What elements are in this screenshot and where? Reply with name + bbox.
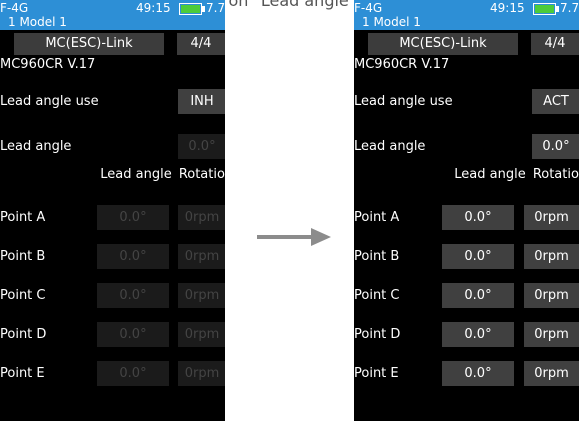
screen-before: F-4G 49:15 7.7V 1 Model 1 MC(ESC)-Link 4… [0,0,225,421]
column-header-rotation: Rotation [178,167,225,182]
point-d-rpm-field[interactable]: 0rpm [524,322,579,347]
lead-angle-label: Lead angle [354,139,426,154]
point-c-rpm-field[interactable]: 0rpm [178,283,225,308]
firmware-version: MC960CR V.17 [0,57,96,72]
point-c-rpm-field[interactable]: 0rpm [524,283,579,308]
timer: 49:15 [490,1,525,15]
point-d-label: Point D [354,327,401,342]
point-d-angle-field[interactable]: 0.0° [97,322,169,347]
lead-angle-use-button[interactable]: ACT [532,89,579,114]
status-header: F-4G 49:15 7.7V 1 Model 1 [354,0,579,30]
lead-angle-use-label: Lead angle use [0,94,99,109]
column-header-rotation: Rotation [532,167,579,182]
firmware-version: MC960CR V.17 [354,57,450,72]
point-a-label: Point A [0,210,46,225]
transition-arrow-icon [255,222,335,252]
point-c-angle-field[interactable]: 0.0° [97,283,169,308]
point-b-angle-field[interactable]: 0.0° [97,244,169,269]
point-b-label: Point B [0,249,46,264]
lead-angle-field[interactable]: 0.0° [532,134,579,159]
point-e-angle-field[interactable]: 0.0° [97,361,169,386]
point-e-angle-field[interactable]: 0.0° [442,361,514,386]
point-e-label: Point E [354,366,399,381]
point-c-angle-field[interactable]: 0.0° [442,283,514,308]
model-name: 1 Model 1 [8,15,67,29]
lead-angle-field[interactable]: 0.0° [178,134,225,159]
status-header: F-4G 49:15 7.7V 1 Model 1 [0,0,225,30]
screen-title-button[interactable]: MC(ESC)-Link [368,33,518,55]
point-d-label: Point D [0,327,47,342]
battery-icon [533,3,559,15]
point-a-label: Point A [354,210,400,225]
voltage: 7.7V [560,1,579,15]
column-header-lead-angle: Lead angle [454,167,526,182]
page-indicator-button[interactable]: 4/4 [531,33,579,55]
point-c-label: Point C [354,288,400,303]
point-a-angle-field[interactable]: 0.0° [442,205,514,230]
point-d-rpm-field[interactable]: 0rpm [178,322,225,347]
model-name: 1 Model 1 [362,15,421,29]
lead-angle-use-label: Lead angle use [354,94,453,109]
voltage: 7.7V [206,1,225,15]
point-b-rpm-field[interactable]: 0rpm [524,244,579,269]
point-b-label: Point B [354,249,400,264]
timer: 49:15 [136,1,171,15]
point-e-label: Point E [0,366,45,381]
battery-icon [179,3,205,15]
point-d-angle-field[interactable]: 0.0° [442,322,514,347]
column-header-lead-angle: Lead angle [100,167,172,182]
page-indicator-button[interactable]: 4/4 [177,33,225,55]
point-e-rpm-field[interactable]: 0rpm [178,361,225,386]
screen-title-button[interactable]: MC(ESC)-Link [14,33,164,55]
point-b-angle-field[interactable]: 0.0° [442,244,514,269]
point-c-label: Point C [0,288,46,303]
point-b-rpm-field[interactable]: 0rpm [178,244,225,269]
point-a-angle-field[interactable]: 0.0° [97,205,169,230]
screen-after: F-4G 49:15 7.7V 1 Model 1 MC(ESC)-Link 4… [354,0,579,421]
lead-angle-label: Lead angle [0,139,72,154]
point-a-rpm-field[interactable]: 0rpm [524,205,579,230]
model-code: F-4G [0,1,29,15]
model-code: F-4G [354,1,383,15]
lead-angle-use-button[interactable]: INH [178,89,225,114]
point-e-rpm-field[interactable]: 0rpm [524,361,579,386]
point-a-rpm-field[interactable]: 0rpm [178,205,225,230]
